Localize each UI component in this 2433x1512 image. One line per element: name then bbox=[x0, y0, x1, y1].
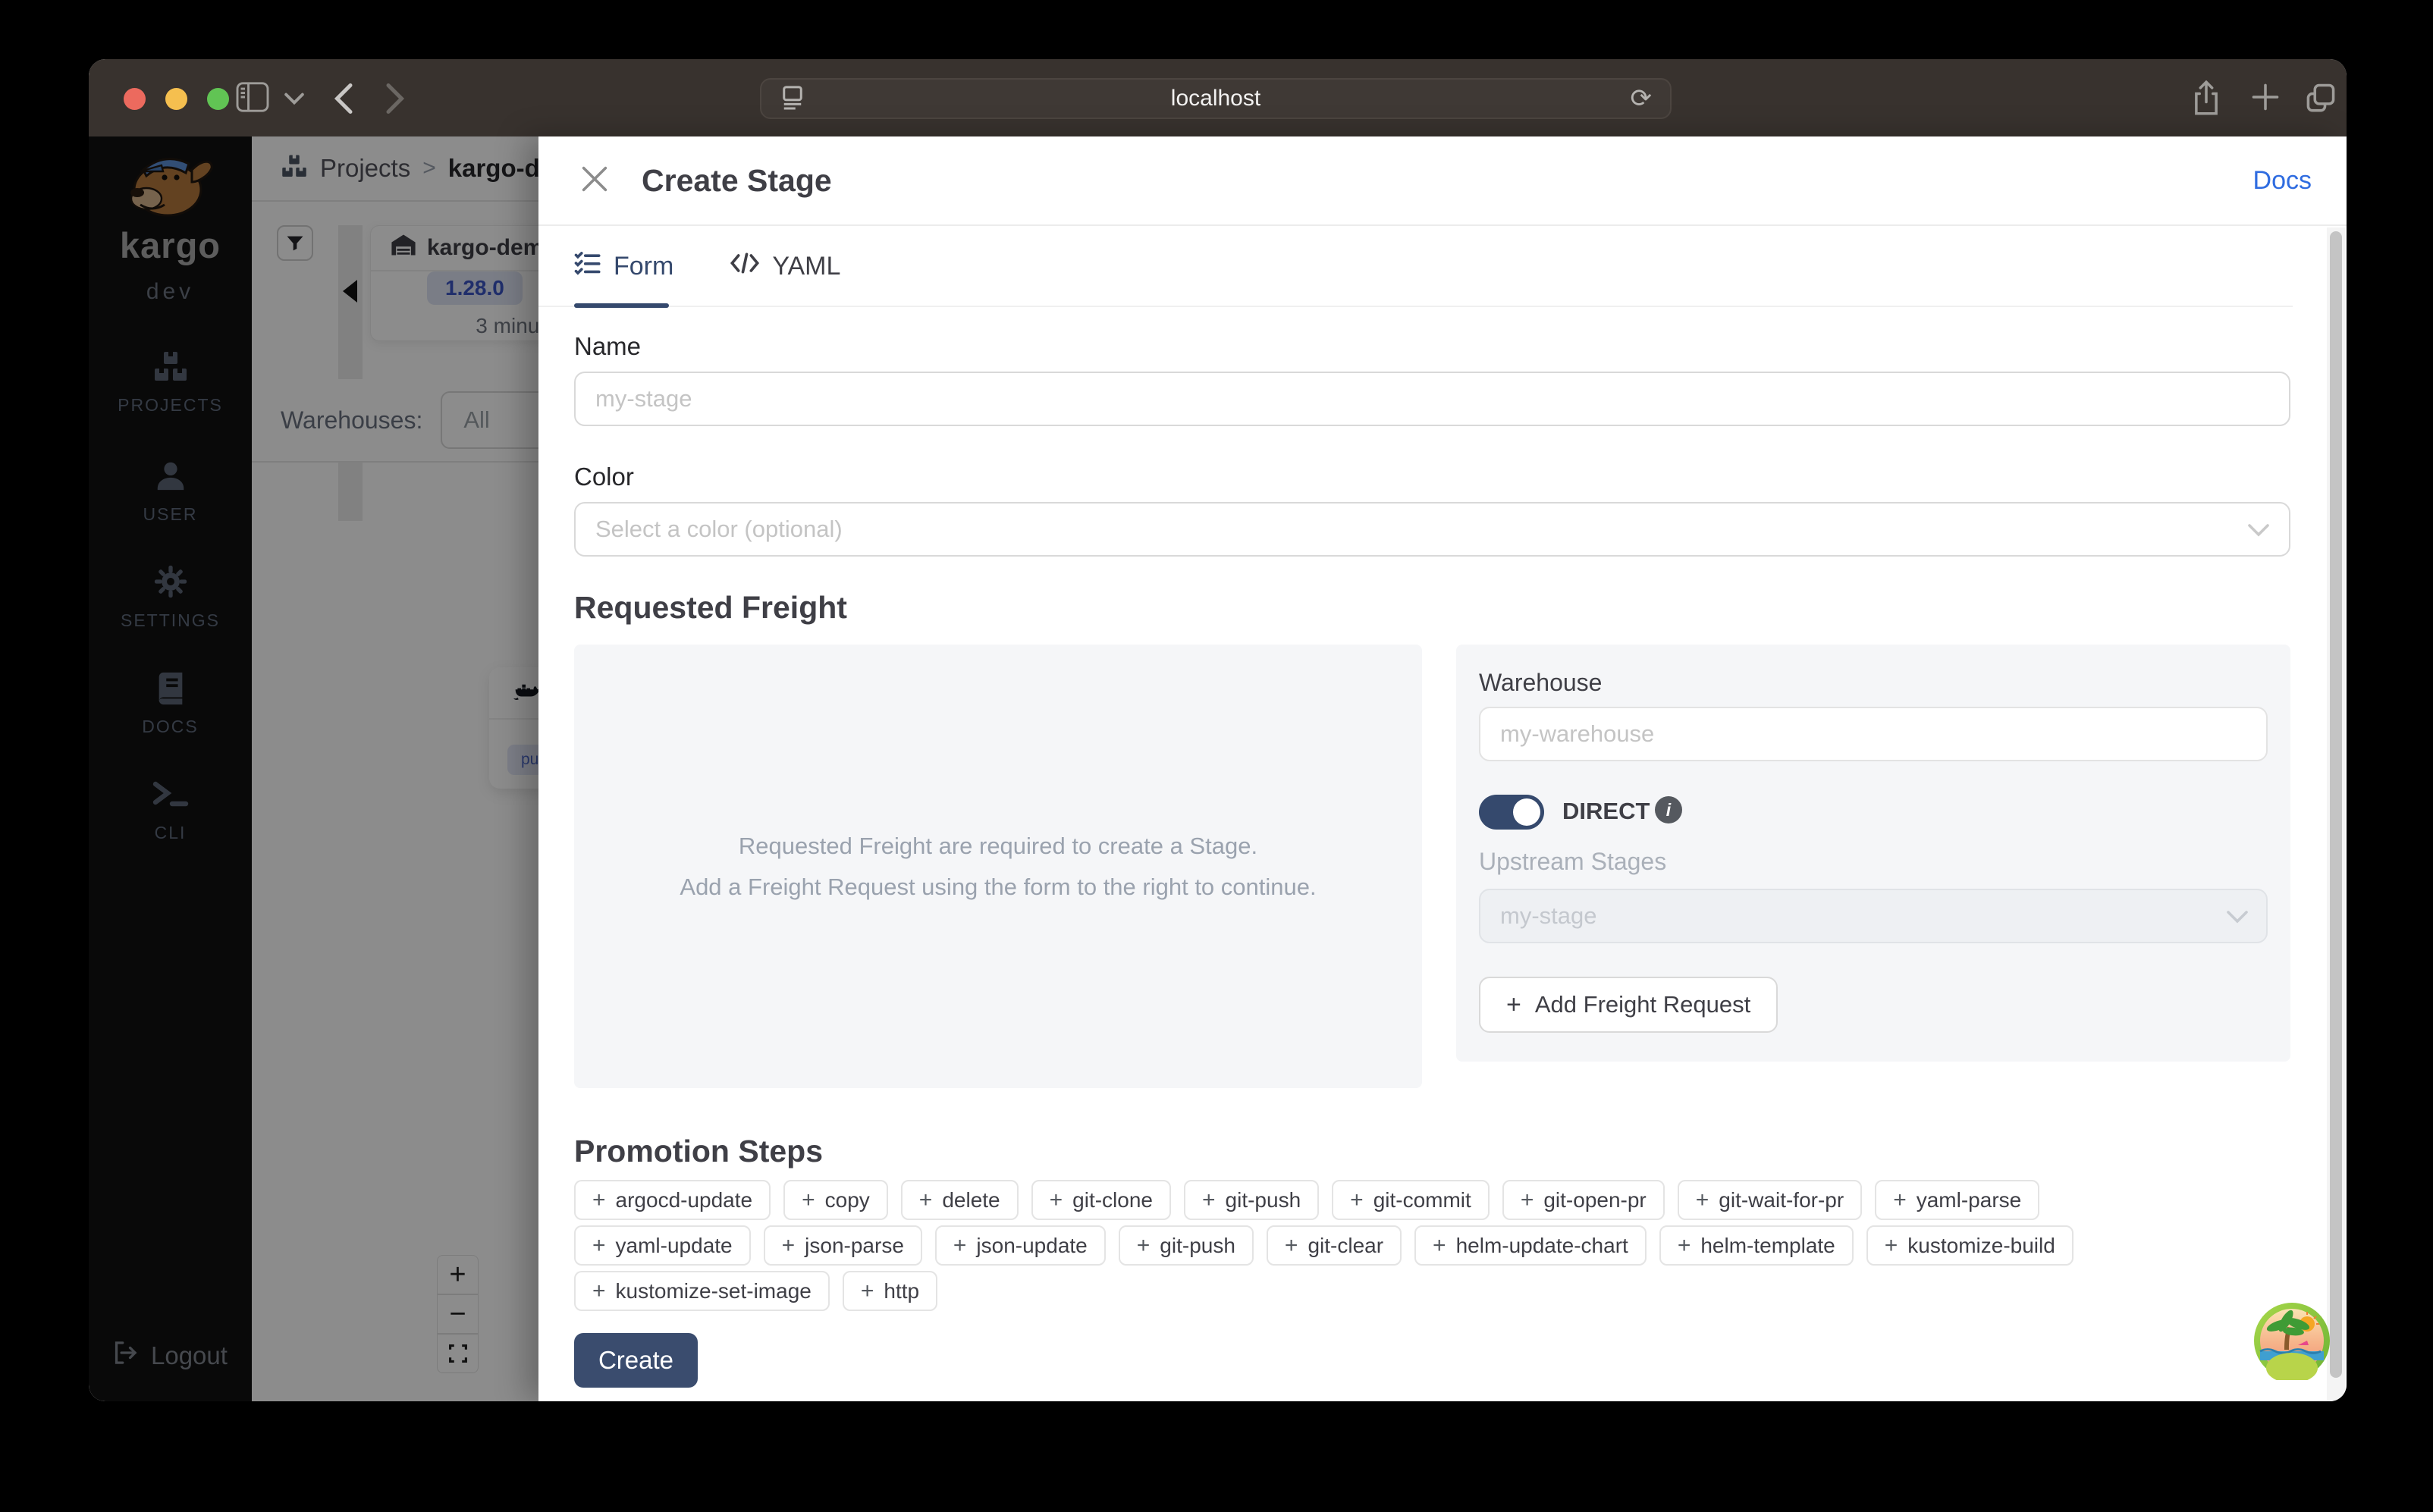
upstream-stages-select: my-stage bbox=[1479, 889, 2268, 943]
toggle-knob bbox=[1513, 798, 1540, 826]
tab-overview-icon[interactable] bbox=[2305, 82, 2337, 116]
direct-toggle[interactable] bbox=[1479, 795, 1544, 830]
plus-icon: + bbox=[1350, 1187, 1364, 1213]
plus-icon: + bbox=[861, 1278, 874, 1304]
create-stage-modal: Create Stage Docs Form bbox=[538, 136, 2347, 1401]
color-select[interactable]: Select a color (optional) bbox=[574, 502, 2290, 557]
promotion-step-chip[interactable]: +kustomize-build bbox=[1866, 1225, 2074, 1266]
promotion-step-chip[interactable]: +json-update bbox=[935, 1225, 1106, 1266]
zoom-window-button[interactable] bbox=[207, 88, 229, 110]
chevron-down-icon bbox=[2248, 516, 2269, 543]
address-bar[interactable]: localhost ⟳ bbox=[760, 78, 1672, 119]
promotion-step-chip[interactable]: +git-clone bbox=[1031, 1180, 1171, 1220]
promotion-step-chip[interactable]: +kustomize-set-image bbox=[574, 1271, 830, 1311]
requested-freight-empty-panel: Requested Freight are required to create… bbox=[574, 645, 1422, 1088]
chevron-down-icon bbox=[2227, 902, 2248, 930]
new-tab-icon[interactable] bbox=[2250, 82, 2281, 116]
promotion-steps-heading: Promotion Steps bbox=[574, 1134, 823, 1169]
plus-icon: + bbox=[953, 1233, 967, 1259]
upstream-stages-label: Upstream Stages bbox=[1479, 848, 1666, 876]
app-root: kargo dev PROJECTS USER bbox=[89, 136, 2347, 1401]
plus-icon: + bbox=[1893, 1187, 1907, 1213]
plus-icon: + bbox=[1433, 1233, 1446, 1259]
plus-icon: + bbox=[1885, 1233, 1898, 1259]
island-badge-icon[interactable] bbox=[2252, 1301, 2331, 1380]
modal-scrollbar[interactable] bbox=[2327, 227, 2345, 1401]
promotion-step-chip[interactable]: +git-open-pr bbox=[1502, 1180, 1665, 1220]
plus-icon: + bbox=[592, 1187, 606, 1213]
info-icon[interactable]: i bbox=[1655, 796, 1682, 823]
modal-tabs: Form YAML bbox=[574, 250, 840, 304]
warehouse-label: Warehouse bbox=[1479, 669, 1602, 697]
promotion-steps-row-2: +yaml-update +json-parse +json-update +git-… bbox=[574, 1225, 2288, 1266]
traffic-lights bbox=[124, 88, 229, 110]
promotion-step-chip[interactable]: +helm-update-chart bbox=[1414, 1225, 1647, 1266]
plus-icon: + bbox=[782, 1233, 796, 1259]
plus-icon: + bbox=[592, 1278, 606, 1304]
promotion-step-chip[interactable]: +git-commit bbox=[1332, 1180, 1490, 1220]
scrollbar-thumb[interactable] bbox=[2330, 231, 2342, 1378]
plus-icon: + bbox=[1506, 990, 1521, 1020]
plus-icon: + bbox=[802, 1187, 815, 1213]
promotion-step-chip[interactable]: +git-clear bbox=[1267, 1225, 1402, 1266]
promotion-step-chip[interactable]: +delete bbox=[901, 1180, 1019, 1220]
empty-message-line1: Requested Freight are required to create… bbox=[739, 833, 1257, 860]
url-text: localhost bbox=[1171, 86, 1260, 111]
empty-message-line2: Add a Freight Request using the form to … bbox=[680, 874, 1316, 901]
modal-title: Create Stage bbox=[642, 163, 832, 199]
name-label: Name bbox=[574, 332, 641, 361]
name-input[interactable] bbox=[574, 372, 2290, 426]
modal-header: Create Stage Docs bbox=[538, 136, 2347, 226]
tab-yaml[interactable]: YAML bbox=[730, 250, 840, 304]
browser-window: localhost ⟳ bbox=[89, 59, 2347, 1401]
docs-link[interactable]: Docs bbox=[2253, 166, 2312, 196]
color-label: Color bbox=[574, 463, 634, 491]
promotion-step-chip[interactable]: +yaml-update bbox=[574, 1225, 751, 1266]
warehouse-input[interactable] bbox=[1479, 707, 2268, 761]
sidebar-toggle-icon[interactable] bbox=[236, 82, 269, 116]
requested-freight-heading: Requested Freight bbox=[574, 590, 847, 626]
share-icon[interactable] bbox=[2191, 80, 2221, 119]
back-button[interactable] bbox=[333, 83, 353, 118]
plus-icon: + bbox=[1285, 1233, 1298, 1259]
tabs-divider bbox=[538, 306, 2293, 307]
reader-view-icon[interactable] bbox=[781, 84, 804, 114]
promotion-step-chip[interactable]: +helm-template bbox=[1659, 1225, 1854, 1266]
promotion-step-chip[interactable]: +copy bbox=[783, 1180, 888, 1220]
forward-button[interactable] bbox=[386, 83, 406, 118]
form-list-icon bbox=[574, 250, 601, 283]
create-button[interactable]: Create bbox=[574, 1333, 698, 1388]
code-icon bbox=[730, 250, 760, 283]
promotion-step-chip[interactable]: +git-push bbox=[1119, 1225, 1254, 1266]
plus-icon: + bbox=[1696, 1187, 1709, 1213]
active-tab-indicator bbox=[574, 303, 669, 308]
close-window-button[interactable] bbox=[124, 88, 146, 110]
chevron-down-icon[interactable] bbox=[284, 93, 304, 108]
promotion-step-chip[interactable]: +argocd-update bbox=[574, 1180, 771, 1220]
freight-request-form-panel: Warehouse DIRECT i Upstream Stages my-st… bbox=[1456, 645, 2290, 1062]
promotion-steps-row-1: +argocd-update +copy +delete +git-clone +git… bbox=[574, 1180, 2288, 1220]
plus-icon: + bbox=[1521, 1187, 1534, 1213]
plus-icon: + bbox=[1137, 1233, 1151, 1259]
tab-form[interactable]: Form bbox=[574, 250, 673, 304]
plus-icon: + bbox=[1202, 1187, 1216, 1213]
promotion-steps-row-3: +kustomize-set-image +http bbox=[574, 1271, 2288, 1311]
plus-icon: + bbox=[1678, 1233, 1691, 1259]
browser-chrome: localhost ⟳ bbox=[89, 59, 2347, 136]
minimize-window-button[interactable] bbox=[165, 88, 187, 110]
plus-icon: + bbox=[592, 1233, 606, 1259]
add-freight-request-button[interactable]: + Add Freight Request bbox=[1479, 977, 1778, 1033]
promotion-step-chip[interactable]: +git-wait-for-pr bbox=[1678, 1180, 1862, 1220]
promotion-step-chip[interactable]: +git-push bbox=[1184, 1180, 1319, 1220]
direct-label: DIRECT bbox=[1562, 798, 1650, 825]
plus-icon: + bbox=[1050, 1187, 1063, 1213]
promotion-step-chip[interactable]: +http bbox=[843, 1271, 937, 1311]
refresh-icon[interactable]: ⟳ bbox=[1631, 83, 1653, 114]
plus-icon: + bbox=[919, 1187, 933, 1213]
close-icon[interactable] bbox=[581, 165, 608, 196]
promotion-step-chip[interactable]: +yaml-parse bbox=[1875, 1180, 2039, 1220]
promotion-step-chip[interactable]: +json-parse bbox=[764, 1225, 922, 1266]
